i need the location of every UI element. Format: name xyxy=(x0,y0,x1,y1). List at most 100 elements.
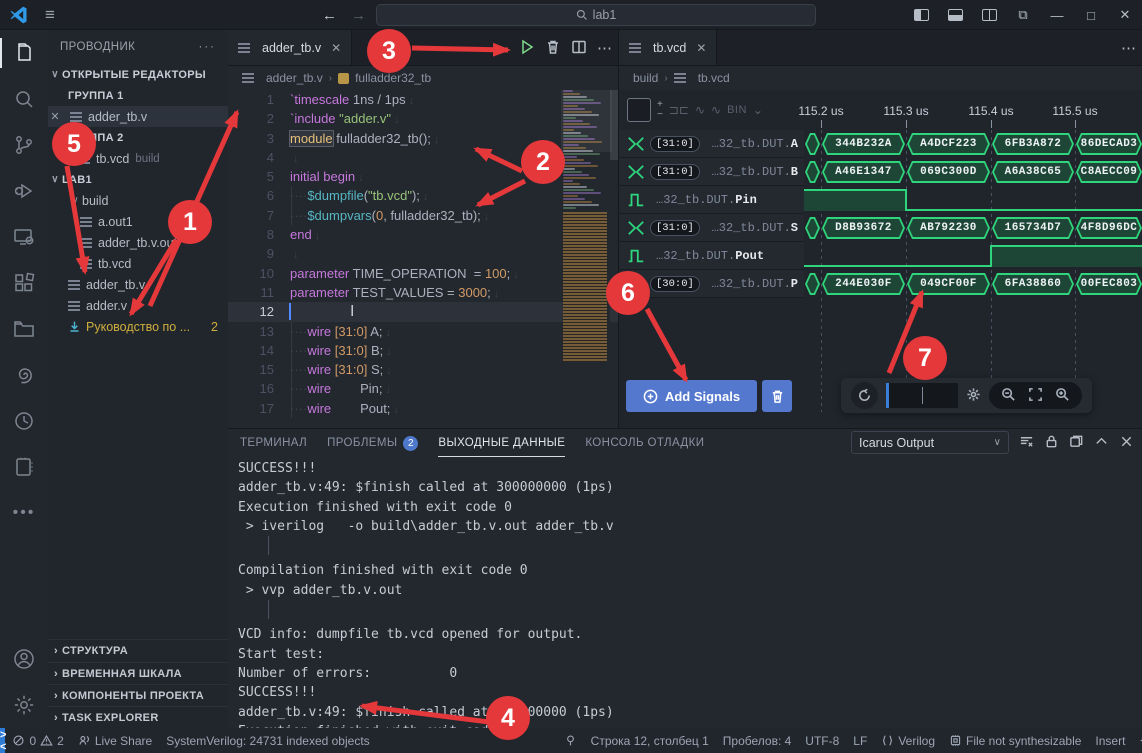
close-button[interactable]: ✕ xyxy=(1108,0,1142,30)
file-tb-vcd[interactable]: tb.vcd xyxy=(48,253,228,274)
signal-row-b[interactable]: [31:0]…32_tb.DUT.BA46E1347069C300DA6A38C… xyxy=(619,158,1142,186)
signal-row-pout[interactable]: …32_tb.DUT.Pout xyxy=(619,242,1142,270)
code-line[interactable]: 1`timescale 1ns / 1ps↓ xyxy=(228,90,618,109)
extensions-icon[interactable] xyxy=(0,260,48,306)
radix-select[interactable]: BIN xyxy=(727,104,747,116)
editor-scrollbar[interactable] xyxy=(610,90,618,160)
code-line[interactable]: 6····$dumpfile("tb.vcd");↓ xyxy=(228,186,618,205)
panel-tab-проблемы[interactable]: ПРОБЛЕМЫ2 xyxy=(327,429,418,457)
explorer-icon[interactable] xyxy=(0,30,48,76)
output-channel-select[interactable]: Icarus Output∨ xyxy=(851,431,1009,454)
guide-item[interactable]: Руководство по ...2 xyxy=(48,316,228,337)
open-in-editor-icon[interactable] xyxy=(1069,434,1084,452)
signal-row-p[interactable]: [30:0]…32_tb.DUT.P244E030F049CF00F6FA388… xyxy=(619,270,1142,298)
zoom-in-icon[interactable] xyxy=(1055,387,1070,405)
back-icon[interactable]: ← xyxy=(322,7,337,24)
maximize-panel-icon[interactable] xyxy=(1094,434,1109,452)
status-problems[interactable]: 02 xyxy=(5,734,70,748)
signal-row-a[interactable]: [31:0]…32_tb.DUT.A344B232AA4DCF2236FB3A8… xyxy=(619,130,1142,158)
maximize-button[interactable]: □ xyxy=(1074,0,1108,30)
run-button[interactable] xyxy=(519,39,535,58)
toggle-panel-icon[interactable] xyxy=(938,0,972,30)
breadcrumb[interactable]: adder_tb.v › fulladder32_tb xyxy=(228,66,618,90)
bus-format-icon[interactable]: ⊐⊏ xyxy=(669,103,689,117)
settings-icon[interactable] xyxy=(0,682,48,728)
timing-icon[interactable] xyxy=(0,398,48,444)
search-icon[interactable] xyxy=(0,76,48,122)
close-panel-icon[interactable] xyxy=(1119,434,1134,452)
zoom-out-row-icon[interactable]: − xyxy=(657,110,663,120)
clear-output-icon[interactable] xyxy=(1019,434,1034,452)
minimap[interactable] xyxy=(563,90,610,425)
toggle-sidebar-icon[interactable] xyxy=(904,0,938,30)
code-line[interactable]: 3module fulladder32_tb();↓ xyxy=(228,129,618,148)
code-line[interactable]: 12 xyxy=(228,302,618,321)
code-line[interactable]: 14····wire [31:0] B;↓ xyxy=(228,341,618,360)
command-center-search[interactable]: lab1 xyxy=(376,4,816,26)
spiral-icon[interactable] xyxy=(0,352,48,398)
add-signals-button[interactable]: Add Signals xyxy=(626,380,757,412)
run-debug-icon[interactable] xyxy=(0,168,48,214)
analog-wave2-icon[interactable]: ∿ xyxy=(711,103,721,117)
section-компоненты-проекта[interactable]: ›КОМПОНЕНТЫ ПРОЕКТА xyxy=(48,684,228,706)
code-line[interactable]: 10parameter TIME_OPERATION = 100;↓ xyxy=(228,264,618,283)
more-actions-icon[interactable]: ⋯ xyxy=(1121,39,1136,57)
code-line[interactable]: 11parameter TEST_VALUES = 3000;↓ xyxy=(228,283,618,302)
code-line[interactable]: 8end↓ xyxy=(228,225,618,244)
project-folder-icon[interactable] xyxy=(0,306,48,352)
settings-gear-icon[interactable] xyxy=(966,387,981,405)
code-line[interactable]: 9↓ xyxy=(228,244,618,263)
code-line[interactable]: 7····$dumpvars(0, fulladder32_tb);↓ xyxy=(228,206,618,225)
zoom-fit-icon[interactable] xyxy=(1028,387,1043,405)
tab-adder-tb[interactable]: adder_tb.v ✕ xyxy=(228,30,352,65)
panel-tab-консоль-отладки[interactable]: КОНСОЛЬ ОТЛАДКИ xyxy=(585,429,704,457)
tab-close-icon[interactable]: ✕ xyxy=(331,41,341,55)
forward-icon[interactable]: → xyxy=(351,7,366,24)
delete-signals-button[interactable] xyxy=(762,380,792,412)
status-systemverilog-index[interactable]: SystemVerilog: 24731 indexed objects xyxy=(159,734,376,748)
split-editor-icon[interactable] xyxy=(571,39,587,58)
section-временная-шкала[interactable]: ›ВРЕМЕННАЯ ШКАЛА xyxy=(48,662,228,684)
terminal-output[interactable]: SUCCESS!!!adder_tb.v:49: $finish called … xyxy=(238,459,1138,728)
chevron-down-icon[interactable]: ⌄ xyxy=(753,103,763,117)
status-insert-mode[interactable]: Insert xyxy=(1088,734,1132,748)
zoom-out-icon[interactable] xyxy=(1001,387,1016,405)
code-editor[interactable]: 1`timescale 1ns / 1ps↓2`include "adder.v… xyxy=(228,90,618,428)
lock-icon[interactable] xyxy=(1044,434,1059,452)
code-line[interactable]: 17····wire Pout;↓ xyxy=(228,399,618,418)
time-input[interactable] xyxy=(886,383,958,408)
remote-explorer-icon[interactable] xyxy=(0,214,48,260)
source-control-icon[interactable] xyxy=(0,122,48,168)
status-cursor-position[interactable]: Строка 12, столбец 1 xyxy=(584,734,716,748)
panel-tab-выходные-данные[interactable]: ВЫХОДНЫЕ ДАННЫЕ xyxy=(438,429,565,457)
status-synthesizable[interactable]: File not synthesizable xyxy=(942,734,1088,748)
account-icon[interactable] xyxy=(0,636,48,682)
analog-wave-icon[interactable]: ∿ xyxy=(695,103,705,117)
menu-icon[interactable]: ≡ xyxy=(45,5,55,25)
sidebar-more-icon[interactable]: ··· xyxy=(199,41,217,53)
status-indentation[interactable]: Пробелов: 4 xyxy=(716,734,799,748)
notebook-icon[interactable] xyxy=(0,444,48,490)
minimize-button[interactable]: — xyxy=(1040,0,1074,30)
more-actions-icon[interactable]: ⋯ xyxy=(597,39,612,57)
refresh-button[interactable] xyxy=(851,382,878,409)
code-line[interactable]: 15····wire [31:0] S;↓ xyxy=(228,360,618,379)
customize-layout-icon[interactable]: ⧉ xyxy=(1006,0,1040,30)
panel-tab-терминал[interactable]: ТЕРМИНАЛ xyxy=(240,429,307,457)
code-line[interactable]: 13····wire [31:0] A;↓ xyxy=(228,322,618,341)
minimap-slider[interactable] xyxy=(561,90,612,152)
status-live-share[interactable]: Live Share xyxy=(71,734,159,748)
signal-row-pin[interactable]: …32_tb.DUT.Pin xyxy=(619,186,1142,214)
status-eol[interactable]: LF xyxy=(846,734,874,748)
code-line[interactable]: 16····wire Pin;↓ xyxy=(228,379,618,398)
select-all-checkbox[interactable] xyxy=(627,98,651,122)
section-task-explorer[interactable]: ›TASK EXPLORER xyxy=(48,706,228,728)
status-spell[interactable]: Spell xyxy=(1132,734,1142,748)
file-adder-v[interactable]: adder.v xyxy=(48,295,228,316)
section-open-editors[interactable]: ∨ОТКРЫТЫЕ РЕДАКТОРЫ xyxy=(48,64,228,85)
close-icon[interactable]: ✕ xyxy=(48,110,62,123)
trash-icon[interactable] xyxy=(545,39,561,58)
status-encoding[interactable]: UTF-8 xyxy=(798,734,846,748)
status-language-mode[interactable]: Verilog xyxy=(874,734,942,748)
section-структура[interactable]: ›СТРУКТУРА xyxy=(48,640,228,662)
